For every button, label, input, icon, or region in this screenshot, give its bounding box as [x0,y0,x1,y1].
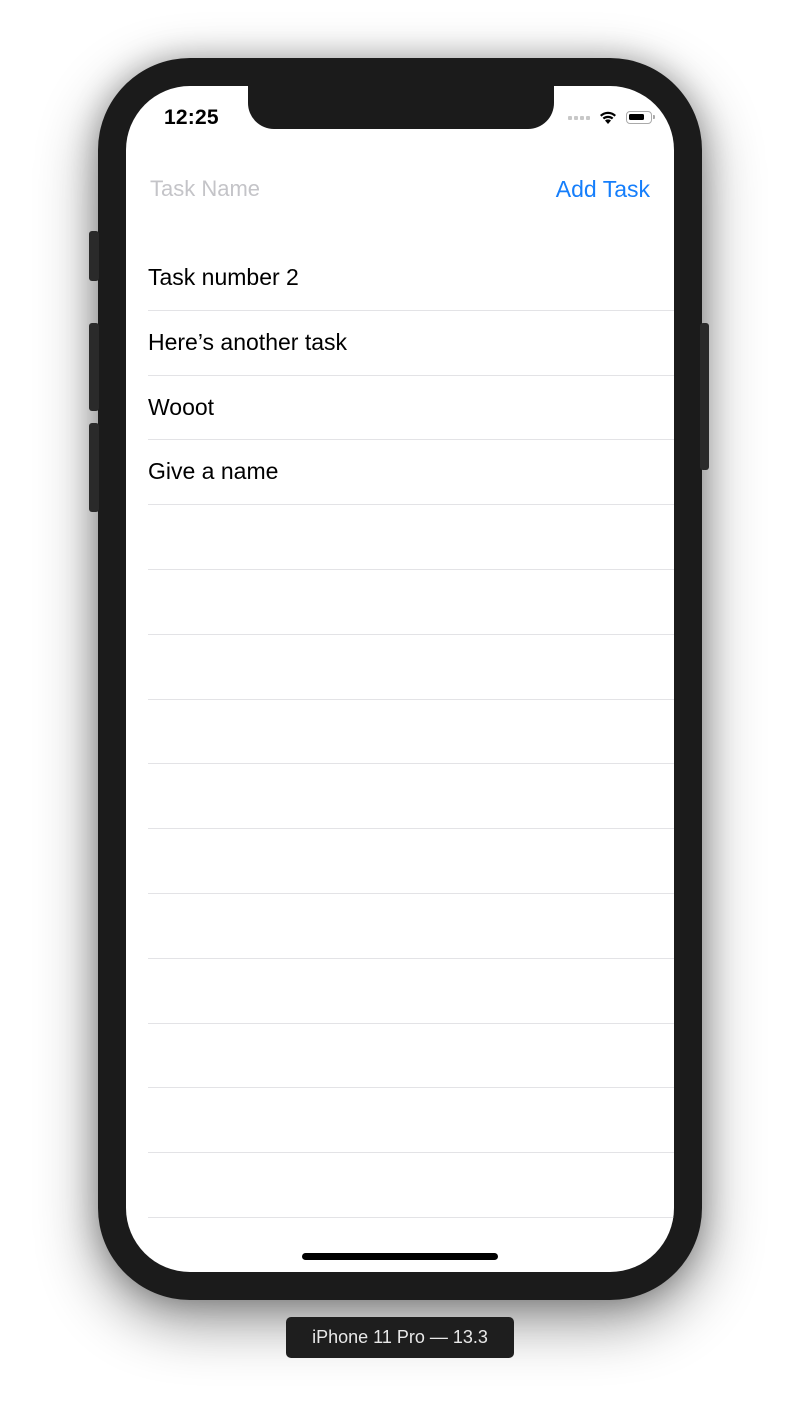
volume-down-button [89,423,99,512]
task-name-input[interactable] [150,176,450,202]
empty-row [126,764,674,829]
empty-row [126,570,674,635]
task-label: Task number 2 [148,264,299,290]
empty-row [126,829,674,894]
task-list[interactable]: Task number 2 Here’s another task Wooot … [126,246,674,1218]
empty-row [126,1088,674,1153]
add-task-bar: Add Task [150,172,650,206]
empty-row [126,1024,674,1089]
mute-switch [89,231,99,281]
simulator-device-label: iPhone 11 Pro — 13.3 [286,1317,514,1358]
volume-up-button [89,323,99,411]
table-row[interactable]: Here’s another task [126,311,674,376]
empty-row [126,894,674,959]
table-row[interactable]: Give a name [126,440,674,505]
empty-row [126,700,674,765]
table-row[interactable]: Task number 2 [126,246,674,311]
empty-row [126,505,674,570]
battery-icon [626,111,655,124]
home-indicator[interactable] [302,1253,498,1260]
screen: 12:25 Add Task Task number 2 Here’s anot… [126,86,674,1272]
status-time: 12:25 [164,106,219,129]
table-row[interactable]: Wooot [126,376,674,441]
task-label: Here’s another task [148,328,348,355]
status-icons [568,110,655,125]
power-button [700,323,709,470]
empty-row [126,959,674,1024]
add-task-button[interactable]: Add Task [556,176,650,203]
task-label: Wooot [148,393,215,420]
empty-row [126,635,674,700]
signal-dots-icon [568,115,590,120]
notch [248,86,554,129]
task-label: Give a name [148,458,279,485]
wifi-icon [600,111,616,124]
empty-row [126,1153,674,1218]
